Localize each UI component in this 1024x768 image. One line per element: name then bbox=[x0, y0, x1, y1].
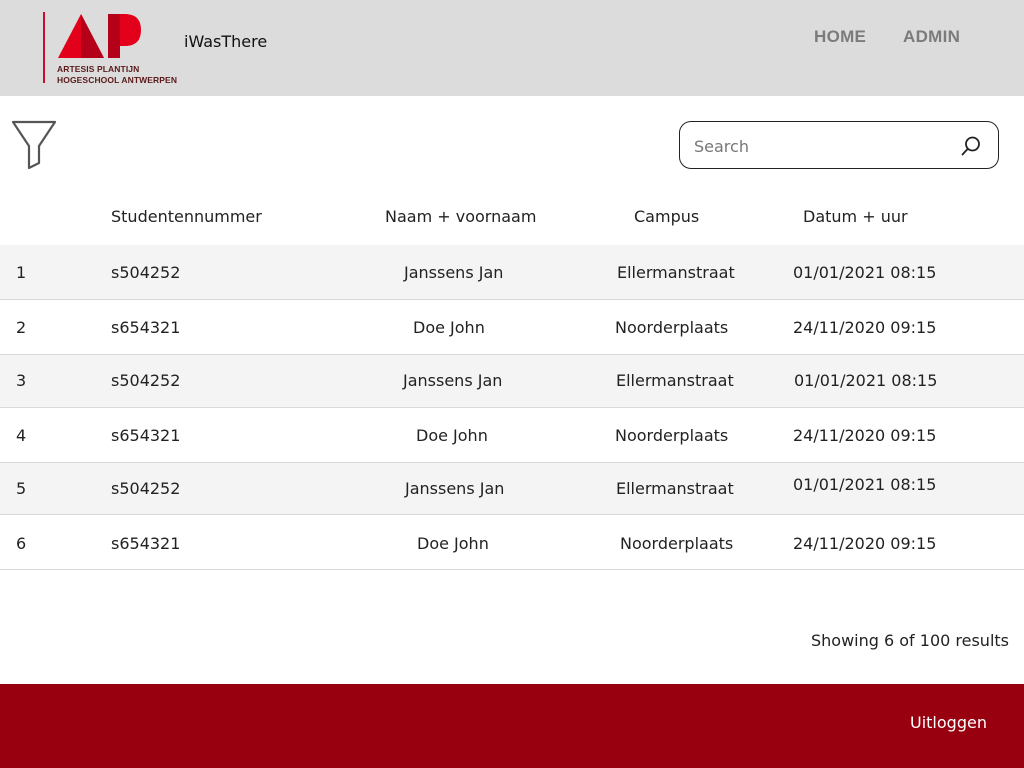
student-name: Janssens Jan bbox=[403, 371, 503, 390]
funnel-icon[interactable] bbox=[11, 119, 57, 171]
results-count: Showing 6 of 100 results bbox=[811, 631, 1009, 650]
column-header-naam[interactable]: Naam + voornaam bbox=[385, 207, 536, 226]
campus: Noorderplaats bbox=[620, 534, 734, 553]
table-row[interactable]: 6 s654321 Doe John Noorderplaats 24/11/2… bbox=[0, 515, 1024, 570]
nav-home-link[interactable]: HOME bbox=[814, 27, 866, 47]
table-row[interactable]: 1 s504252 Janssens Jan Ellermanstraat 01… bbox=[0, 245, 1024, 300]
logo-divider bbox=[43, 12, 45, 83]
column-header-studentennummer[interactable]: Studentennummer bbox=[111, 207, 262, 226]
magnifier-icon[interactable] bbox=[960, 135, 982, 157]
ap-logo[interactable]: ARTESIS PLANTIJN HOGESCHOOL ANTWERPEN bbox=[43, 12, 193, 88]
datetime: 01/01/2021 08:15 bbox=[793, 475, 937, 494]
datetime: 24/11/2020 09:15 bbox=[793, 318, 937, 337]
datetime: 01/01/2021 08:15 bbox=[793, 263, 937, 282]
logo-wordmark: ARTESIS PLANTIJN HOGESCHOOL ANTWERPEN bbox=[57, 64, 177, 86]
row-index: 4 bbox=[16, 426, 27, 445]
table-row[interactable]: 5 s504252 Janssens Jan Ellermanstraat 01… bbox=[0, 463, 1024, 515]
student-number: s654321 bbox=[111, 426, 181, 445]
row-index: 1 bbox=[16, 263, 27, 282]
app-name: iWasThere bbox=[184, 32, 268, 51]
datetime: 01/01/2021 08:15 bbox=[794, 371, 938, 390]
top-header: ARTESIS PLANTIJN HOGESCHOOL ANTWERPEN iW… bbox=[0, 0, 1024, 96]
student-number: s504252 bbox=[111, 263, 181, 282]
student-name: Doe John bbox=[413, 318, 485, 337]
table-row[interactable]: 3 s504252 Janssens Jan Ellermanstraat 01… bbox=[0, 355, 1024, 408]
row-index: 6 bbox=[16, 534, 27, 553]
search-input[interactable] bbox=[694, 134, 944, 158]
row-index: 3 bbox=[16, 371, 27, 390]
campus: Noorderplaats bbox=[615, 318, 729, 337]
datetime: 24/11/2020 09:15 bbox=[793, 426, 937, 445]
column-header-campus[interactable]: Campus bbox=[634, 207, 699, 226]
logo-line-2: HOGESCHOOL ANTWERPEN bbox=[57, 75, 178, 85]
logo-line-1: ARTESIS PLANTIJN bbox=[57, 64, 140, 74]
datetime: 24/11/2020 09:15 bbox=[793, 534, 937, 553]
row-index: 2 bbox=[16, 318, 27, 337]
student-name: Doe John bbox=[417, 534, 489, 553]
table-row[interactable]: 4 s654321 Doe John Noorderplaats 24/11/2… bbox=[0, 408, 1024, 463]
student-number: s654321 bbox=[111, 318, 181, 337]
table-row[interactable]: 2 s654321 Doe John Noorderplaats 24/11/2… bbox=[0, 300, 1024, 355]
student-number: s504252 bbox=[111, 479, 181, 498]
logout-link[interactable]: Uitloggen bbox=[910, 713, 987, 732]
ap-logo-mark bbox=[58, 14, 141, 58]
row-index: 5 bbox=[16, 479, 27, 498]
campus: Ellermanstraat bbox=[616, 371, 734, 390]
student-number: s504252 bbox=[111, 371, 181, 390]
campus: Ellermanstraat bbox=[616, 479, 734, 498]
student-name: Doe John bbox=[416, 426, 488, 445]
student-name: Janssens Jan bbox=[405, 479, 505, 498]
campus: Noorderplaats bbox=[615, 426, 729, 445]
campus: Ellermanstraat bbox=[617, 263, 735, 282]
footer: Uitloggen bbox=[0, 684, 1024, 768]
student-number: s654321 bbox=[111, 534, 181, 553]
column-header-datum[interactable]: Datum + uur bbox=[803, 207, 908, 226]
search-box bbox=[679, 121, 999, 169]
student-name: Janssens Jan bbox=[404, 263, 504, 282]
nav-admin-link[interactable]: ADMIN bbox=[903, 27, 960, 47]
